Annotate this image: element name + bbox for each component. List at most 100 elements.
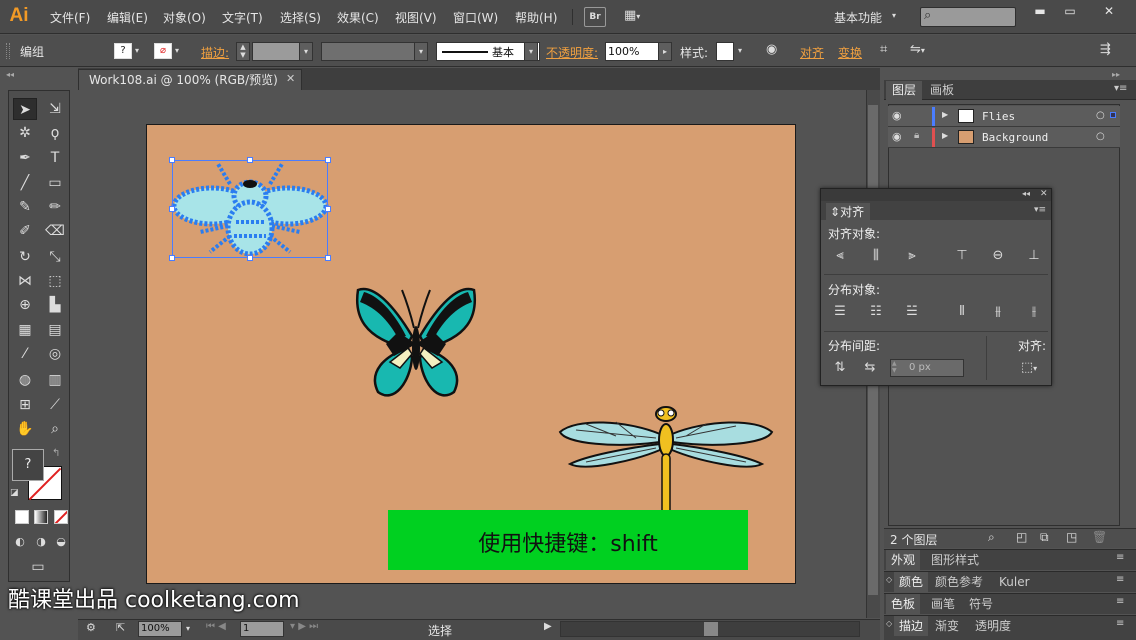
zoom-tool[interactable]: ⌕ — [43, 418, 67, 440]
menu-edit[interactable]: 编辑(E) — [107, 9, 148, 26]
chevron-down-icon[interactable]: ▾ — [186, 624, 190, 633]
chevron-down-icon[interactable]: ▾ — [135, 46, 139, 55]
direct-selection-tool[interactable]: ⇲ — [43, 98, 67, 120]
align-horizontal-center-icon[interactable]: ⫼ — [868, 248, 884, 264]
eyedropper-tool[interactable]: ⁄ — [13, 343, 37, 365]
resize-handle[interactable] — [169, 157, 175, 163]
isolate-group-icon[interactable]: ⌗ — [880, 42, 887, 57]
swap-fill-stroke-icon[interactable]: ↰ — [52, 448, 60, 459]
draw-normal-icon[interactable]: ◐ — [11, 531, 29, 553]
align-right-icon[interactable]: ⫸ — [904, 248, 920, 264]
tab-artboards[interactable]: 画板 — [924, 81, 960, 100]
distribute-right-icon[interactable]: ⫲ — [1026, 304, 1042, 320]
page-field[interactable]: 1 — [240, 621, 284, 637]
line-tool[interactable]: ╱ — [13, 172, 37, 194]
expand-triangle-icon[interactable]: ▶ — [942, 110, 948, 119]
menu-file[interactable]: 文件(F) — [50, 9, 90, 26]
rectangle-tool[interactable]: ▭ — [43, 172, 67, 194]
hand-tool[interactable]: ✋ — [13, 418, 37, 440]
collapse-icon[interactable]: ▸▸ — [1112, 70, 1120, 79]
horizontal-scroll-thumb[interactable] — [704, 622, 718, 636]
tab-swatches[interactable]: 色板 — [886, 594, 921, 614]
distribute-bottom-icon[interactable]: ☱ — [904, 304, 920, 320]
stroke-weight-dropdown[interactable]: ▾ — [299, 42, 313, 61]
scale-tool[interactable]: ⤡ — [43, 246, 67, 268]
blob-brush-tool[interactable]: ✐ — [13, 220, 37, 242]
default-colors-icon[interactable]: ◪ — [10, 488, 19, 498]
stroke-weight-field[interactable] — [252, 42, 300, 61]
new-sublayer-icon[interactable]: ⧉ — [1040, 530, 1049, 545]
next-page-icon[interactable]: ▾ ▶ ⏭ — [290, 621, 318, 632]
panel-menu-icon[interactable]: ⇶ — [1100, 42, 1111, 57]
tab-kuler[interactable]: Kuler — [994, 572, 1035, 592]
maximize-button[interactable]: ▭ — [1054, 1, 1086, 21]
first-page-icon[interactable]: ⏮ ◀ — [206, 621, 226, 632]
artboard-tool[interactable]: ⊞ — [13, 394, 37, 416]
fill-swatch-button[interactable]: ? — [114, 43, 132, 59]
expand-icon[interactable]: ◇ — [886, 575, 892, 584]
selection-tool[interactable]: ➤ — [13, 98, 37, 120]
draw-inside-icon[interactable]: ◒ — [52, 531, 70, 553]
status-icon[interactable]: ⚙ — [86, 621, 96, 634]
transform-link[interactable]: 变换 — [838, 44, 862, 61]
tab-color-guide[interactable]: 颜色参考 — [930, 572, 988, 592]
search-input[interactable] — [920, 7, 1016, 27]
symbol-sprayer-tool[interactable]: ◍ — [13, 369, 37, 391]
distribute-top-icon[interactable]: ☰ — [832, 304, 848, 320]
chevron-down-icon[interactable]: ▾ — [175, 46, 179, 55]
expand-triangle-icon[interactable]: ▶ — [942, 131, 948, 140]
layer-name[interactable]: Flies — [982, 110, 1015, 123]
panel-menu-icon[interactable]: ≡ — [1116, 552, 1124, 563]
menu-effect[interactable]: 效果(C) — [337, 9, 379, 26]
gradient-tool[interactable]: ▤ — [43, 319, 67, 341]
panel-menu-icon[interactable]: ▾≡ — [1034, 205, 1046, 215]
menu-help[interactable]: 帮助(H) — [515, 9, 557, 26]
slice-tool[interactable]: ⟋ — [43, 394, 67, 416]
tab-brushes[interactable]: 画笔 — [926, 594, 960, 614]
panel-menu-icon[interactable]: ≡ — [1116, 574, 1124, 585]
resize-handle[interactable] — [325, 206, 331, 212]
chevron-down-icon[interactable]: ▾ — [738, 46, 742, 55]
menu-view[interactable]: 视图(V) — [395, 9, 437, 26]
align-bottom-icon[interactable]: ⊥ — [1026, 248, 1042, 264]
zoom-field[interactable]: 100% — [138, 621, 182, 637]
close-icon[interactable]: ✕ — [1040, 189, 1048, 199]
tab-symbols[interactable]: 符号 — [964, 594, 998, 614]
stroke-color-box[interactable]: ? — [12, 449, 44, 481]
trash-icon[interactable]: 🗑︎ — [1092, 530, 1107, 544]
distribute-horizontal-center-icon[interactable]: ⫵ — [990, 304, 1006, 320]
align-vertical-center-icon[interactable]: ⊖ — [990, 248, 1006, 264]
align-link[interactable]: 对齐 — [800, 44, 824, 61]
resize-handle[interactable] — [169, 206, 175, 212]
panel-menu-icon[interactable]: ≡ — [1116, 596, 1124, 607]
stroke-link[interactable]: 描边: — [201, 44, 229, 61]
tab-align[interactable]: ⇕对齐 — [826, 203, 871, 220]
screen-mode-icon[interactable]: ▭ — [26, 556, 50, 578]
gradient-mode-button[interactable] — [34, 510, 48, 524]
opacity-link[interactable]: 不透明度: — [546, 44, 598, 61]
tab-graphic-styles[interactable]: 图形样式 — [926, 550, 984, 570]
draw-behind-icon[interactable]: ◑ — [32, 531, 50, 553]
resize-handle[interactable] — [247, 255, 253, 261]
target-icon[interactable]: ○ — [1096, 110, 1105, 121]
graphic-style-swatch[interactable] — [716, 42, 734, 61]
distribute-left-icon[interactable]: ⫴ — [954, 304, 970, 320]
vertical-distribute-space-icon[interactable]: ⇅ — [832, 360, 848, 376]
share-icon[interactable]: ⇱ — [116, 621, 125, 634]
rotate-tool[interactable]: ↻ — [13, 246, 37, 268]
color-mode-button[interactable] — [15, 510, 29, 524]
pen-tool[interactable]: ✒ — [13, 147, 37, 169]
align-top-icon[interactable]: ⊤ — [954, 248, 970, 264]
tab-appearance[interactable]: 外观 — [886, 550, 921, 570]
perspective-grid-tool[interactable]: ▙ — [43, 294, 67, 316]
visibility-eye-icon[interactable]: ◉ — [892, 130, 902, 143]
tab-stroke[interactable]: 描边 — [894, 616, 929, 636]
free-transform-tool[interactable]: ⬚ — [43, 270, 67, 292]
graph-tool[interactable]: ▥ — [43, 369, 67, 391]
workspace-switcher[interactable]: 基本功能 — [834, 9, 882, 26]
blend-tool[interactable]: ◎ — [43, 343, 67, 365]
target-icon[interactable]: ○ — [1096, 131, 1105, 142]
minimize-button[interactable]: ▬ — [1024, 1, 1056, 21]
brush-dropdown-caret[interactable]: ▾ — [524, 42, 538, 61]
spacing-stepper[interactable]: ▲ ▼ — [892, 360, 897, 374]
